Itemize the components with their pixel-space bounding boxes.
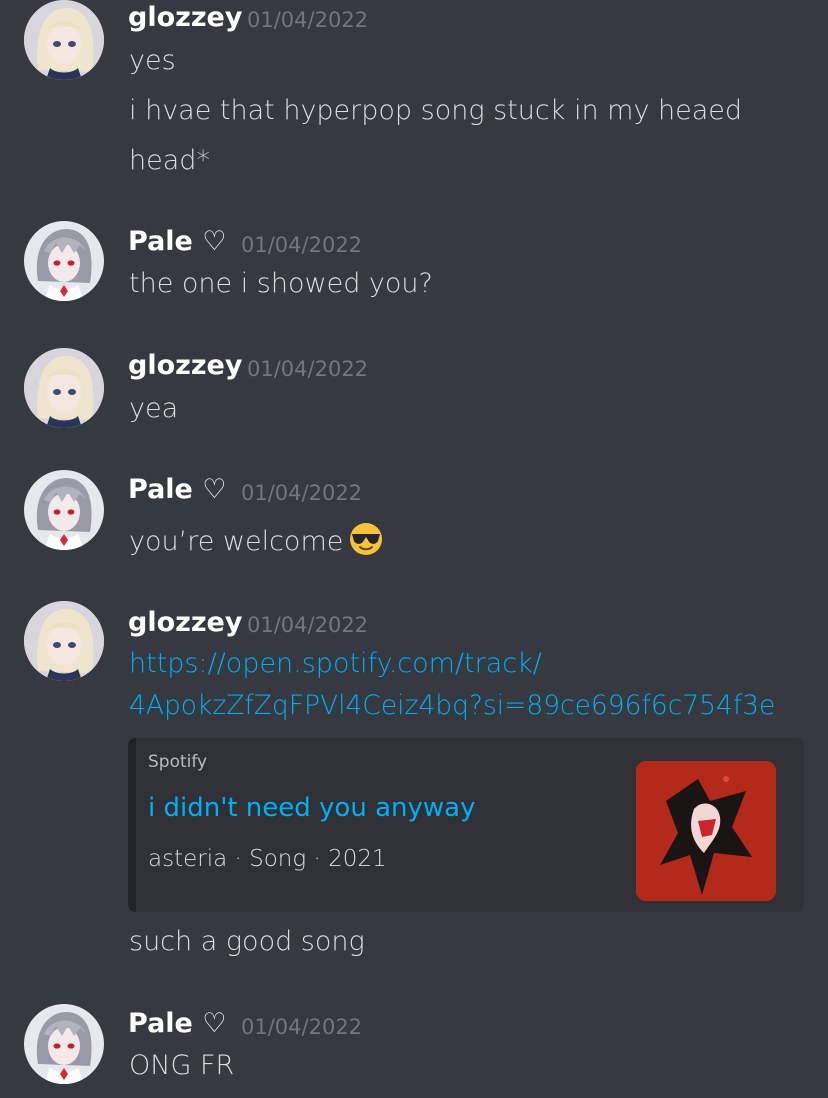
message-text: i hvae that hyperpop song stuck in my he…: [129, 95, 743, 126]
spotify-embed: Spotify i didn't need you anyway asteria…: [128, 738, 804, 912]
avatar-image-glozzey: [24, 348, 104, 428]
message-text: ONG FR: [129, 1050, 235, 1081]
timestamp: 01/04/2022: [247, 8, 369, 32]
avatar-image-pale: [24, 221, 104, 301]
message-text: head*: [129, 145, 210, 176]
sunglasses-emoji-icon: [350, 523, 383, 555]
author-name[interactable]: Pale ♡: [128, 474, 226, 505]
heart-icon: ♡: [202, 226, 227, 257]
avatar-image-pale: [24, 1004, 104, 1084]
avatar[interactable]: [24, 348, 104, 428]
album-art-thumbnail[interactable]: [636, 761, 776, 901]
avatar-image-pale: [24, 470, 104, 550]
author-name[interactable]: Pale ♡: [128, 1008, 226, 1039]
avatar[interactable]: [24, 470, 104, 550]
author-name-text: Pale: [128, 1008, 193, 1039]
avatar[interactable]: [24, 0, 104, 80]
timestamp: 01/04/2022: [241, 233, 363, 257]
avatar-image-glozzey: [24, 601, 104, 681]
message-text-content: you’re welcome: [129, 526, 344, 557]
heart-icon: ♡: [202, 474, 227, 505]
timestamp: 01/04/2022: [247, 613, 369, 637]
message-text: such a good song: [129, 926, 365, 957]
timestamp: 01/04/2022: [241, 1015, 363, 1039]
message-text: yes: [129, 45, 176, 76]
spotify-link[interactable]: https://open.spotify.com/track/: [129, 648, 542, 679]
author-name[interactable]: glozzey: [128, 607, 242, 638]
author-name-text: Pale: [128, 474, 193, 505]
embed-title[interactable]: i didn't need you anyway: [148, 793, 475, 823]
timestamp: 01/04/2022: [247, 357, 369, 381]
author-name-text: Pale: [128, 226, 193, 257]
heart-icon: ♡: [202, 1008, 227, 1039]
message-text: the one i showed you?: [129, 268, 433, 299]
message-text: yea: [129, 393, 179, 424]
spotify-link[interactable]: 4ApokzZfZqFPVl4Ceiz4bq?si=89ce696f6c754f…: [129, 690, 775, 721]
author-name[interactable]: Pale ♡: [128, 226, 226, 257]
timestamp: 01/04/2022: [241, 481, 363, 505]
author-name[interactable]: glozzey: [128, 350, 242, 381]
message-text: you’re welcome: [129, 522, 383, 557]
author-name[interactable]: glozzey: [128, 2, 242, 33]
avatar-image-glozzey: [24, 0, 104, 80]
embed-provider[interactable]: Spotify: [148, 752, 207, 772]
avatar[interactable]: [24, 221, 104, 301]
album-art-image: [636, 761, 776, 901]
avatar[interactable]: [24, 601, 104, 681]
avatar[interactable]: [24, 1004, 104, 1084]
embed-description: asteria · Song · 2021: [148, 846, 387, 872]
